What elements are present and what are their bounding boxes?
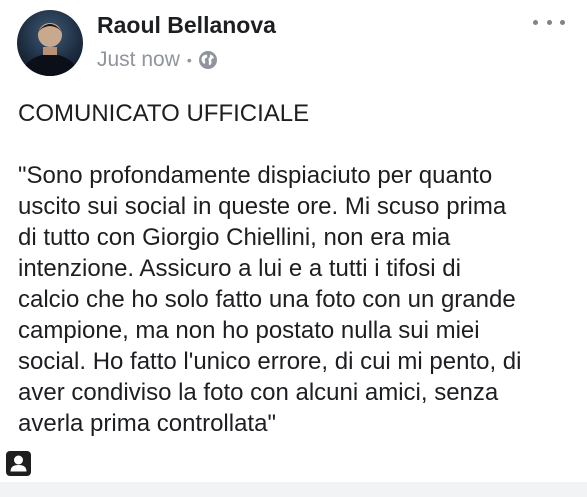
post-text-line: uscito sui social in queste ore. Mi scus…: [18, 193, 507, 220]
post-text-line: "Sono profondamente dispiaciuto per quan…: [18, 162, 493, 189]
post-meta: Just now •: [97, 47, 218, 73]
more-options-icon[interactable]: [533, 12, 565, 32]
person-badge-icon[interactable]: [6, 451, 31, 476]
globe-icon[interactable]: [198, 50, 218, 70]
avatar-photo-icon: [20, 23, 80, 76]
dot: [546, 19, 552, 25]
post-header: Raoul Bellanova Just now •: [0, 0, 587, 90]
post-text-line: social. Ho fatto l'unico errore, di cui …: [18, 348, 522, 375]
avatar[interactable]: [17, 10, 83, 76]
dot: [560, 19, 565, 25]
post-text-line: intenzione. Assicuro a lui e a tutti i t…: [18, 255, 461, 282]
meta-separator: •: [186, 52, 192, 68]
post-text-line: di tutto con Giorgio Chiellini, non era …: [18, 224, 451, 251]
post-footer-bar: [0, 482, 587, 497]
post-text-line: averla prima controllata": [18, 410, 276, 437]
author-name[interactable]: Raoul Bellanova: [97, 12, 276, 39]
post-text-line: calcio che ho solo fatto una foto con un…: [18, 286, 516, 313]
post-text: "Sono profondamente dispiaciuto per quan…: [18, 160, 578, 439]
post-text-line: campione, ma non ho postato nulla sui mi…: [18, 317, 480, 344]
post-heading: COMUNICATO UFFICIALE: [18, 100, 310, 127]
post-body: COMUNICATO UFFICIALE "Sono profondamente…: [18, 98, 578, 439]
post-text-line: aver condiviso la foto con alcuni amici,…: [18, 379, 499, 406]
post-timestamp[interactable]: Just now: [97, 48, 180, 72]
dot: [533, 19, 538, 25]
